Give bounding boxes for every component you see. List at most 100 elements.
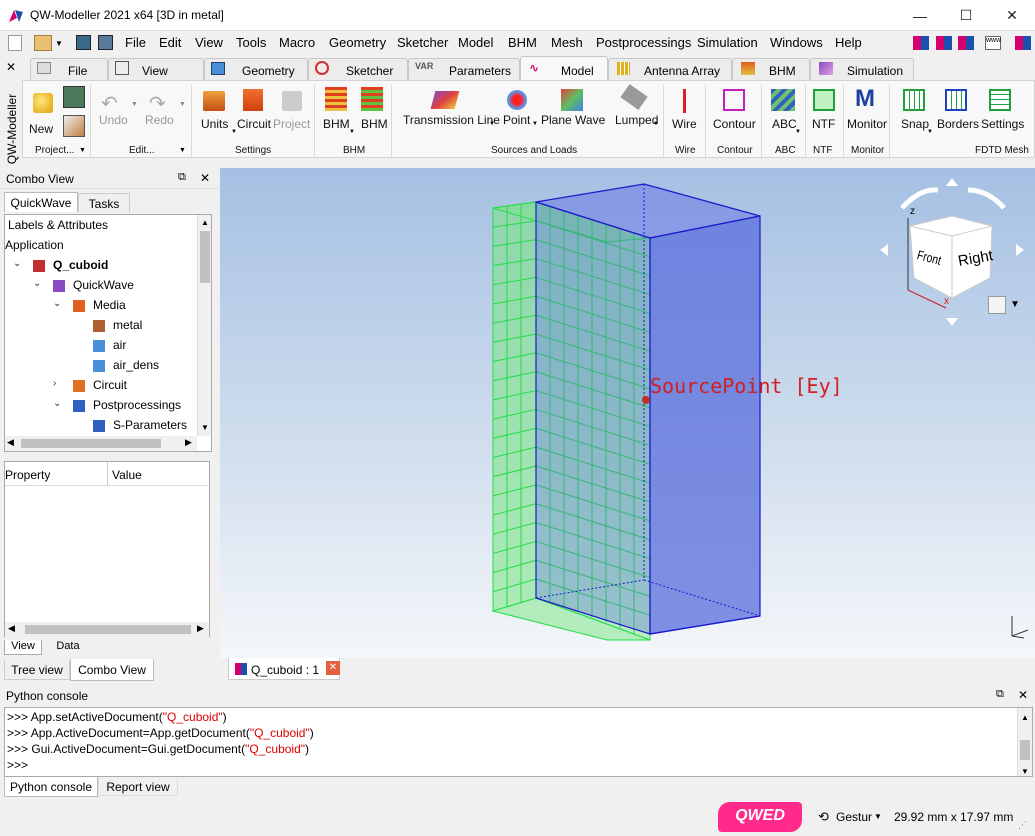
tab-python-console[interactable]: Python console xyxy=(4,777,98,797)
expand-chevron-icon[interactable]: ⌄ xyxy=(53,298,61,309)
menu-file[interactable]: File xyxy=(125,35,146,50)
save-icon[interactable] xyxy=(76,35,91,50)
lumped-icon[interactable] xyxy=(620,84,648,110)
new-button[interactable]: New xyxy=(29,122,53,136)
scroll-right-icon[interactable]: ▶ xyxy=(185,437,192,448)
monitor-icon[interactable]: M xyxy=(855,85,875,113)
navcube-arrows[interactable] xyxy=(880,178,1030,328)
scroll-down-icon[interactable]: ▼ xyxy=(1021,764,1029,780)
bhm-icon-2[interactable] xyxy=(361,87,383,111)
circuit-icon[interactable] xyxy=(243,89,263,111)
mesh-settings-icon[interactable] xyxy=(989,89,1011,111)
python-console-output[interactable]: >>> App.setActiveDocument("Q_cuboid") >>>… xyxy=(4,707,1033,777)
ntf-button[interactable]: NTF xyxy=(812,117,835,131)
units-button[interactable]: Units xyxy=(201,117,228,131)
maximize-button[interactable]: ☐ xyxy=(943,0,989,31)
ntf-icon[interactable] xyxy=(813,89,835,111)
tab-file[interactable]: File xyxy=(30,58,108,80)
scroll-up-icon[interactable]: ▲ xyxy=(201,218,209,227)
scroll-up-icon[interactable]: ▲ xyxy=(1021,710,1029,726)
folder-open-icon[interactable] xyxy=(34,35,52,51)
menu-tools[interactable]: Tools xyxy=(236,35,266,50)
bhm-dropdown-icon[interactable]: ▼ xyxy=(349,129,355,135)
lumped-dropdown-icon[interactable]: ▼ xyxy=(653,121,659,127)
tab-sketcher[interactable]: Sketcher xyxy=(308,58,408,80)
group-edit[interactable]: Edit... xyxy=(129,145,155,156)
minimize-button[interactable]: — xyxy=(897,0,943,31)
chevron-down-icon[interactable]: ▼ xyxy=(55,39,63,48)
menu-model[interactable]: Model xyxy=(458,35,493,50)
wire-button[interactable]: Wire xyxy=(672,117,697,131)
menu-macro[interactable]: Macro xyxy=(279,35,315,50)
source-point-marker[interactable] xyxy=(642,396,650,404)
tree-vscroll-thumb[interactable] xyxy=(200,231,210,283)
column-divider[interactable] xyxy=(107,462,108,486)
scroll-right-icon[interactable]: ▶ xyxy=(197,623,204,634)
tab-parameters[interactable]: VAR Parameters xyxy=(408,58,520,80)
tab-geometry[interactable]: Geometry xyxy=(204,58,308,80)
document-tab[interactable]: Q_cuboid : 1 ✕ xyxy=(228,658,340,680)
web-icon[interactable]: www xyxy=(985,36,1001,50)
contour-icon[interactable] xyxy=(723,89,745,111)
navigation-cube[interactable]: z x Front Right ▼ xyxy=(880,178,1030,328)
side-close-icon[interactable]: ✕ xyxy=(6,60,16,74)
group-project[interactable]: Project... xyxy=(35,145,74,156)
navigation-style-icon[interactable]: ⟲ xyxy=(818,809,829,825)
point-source-icon[interactable] xyxy=(507,90,527,110)
bhm-button-2[interactable]: BHM xyxy=(361,117,388,131)
menu-simulation[interactable]: Simulation xyxy=(697,35,758,50)
transmission-line-dropdown-icon[interactable]: ▼ xyxy=(489,121,495,127)
units-icon[interactable] xyxy=(203,91,225,111)
menu-view[interactable]: View xyxy=(195,35,223,50)
collapsed-chevron-icon[interactable]: › xyxy=(53,378,56,389)
tab-report-view[interactable]: Report view xyxy=(98,778,178,796)
wire-icon[interactable] xyxy=(683,89,686,113)
tab-bhm[interactable]: BHM xyxy=(732,58,810,80)
3d-viewport[interactable]: SourcePoint [Ey] z x Front Right ▼ xyxy=(220,168,1035,658)
borders-icon[interactable] xyxy=(945,89,967,111)
qw-icon-3[interactable] xyxy=(958,36,974,50)
plane-wave-icon[interactable] xyxy=(561,89,583,111)
transmission-line-icon[interactable] xyxy=(430,91,460,109)
menu-edit[interactable]: Edit xyxy=(159,35,181,50)
expand-chevron-icon[interactable]: ⌄ xyxy=(33,278,41,289)
tab-view[interactable]: View xyxy=(108,58,204,80)
snap-button[interactable]: Snap xyxy=(901,117,929,131)
point-button[interactable]: Point xyxy=(503,113,530,127)
tab-quickwave[interactable]: QuickWave xyxy=(4,192,78,212)
property-column[interactable]: Property xyxy=(5,468,50,482)
tree-hscrollbar[interactable]: ◀ ▶ xyxy=(5,436,197,451)
lumped-button[interactable]: Lumped xyxy=(615,113,658,127)
resize-grip-icon[interactable]: ⋰ xyxy=(1018,820,1027,831)
menu-help[interactable]: Help xyxy=(835,35,862,50)
property-hscroll-thumb[interactable] xyxy=(25,625,191,634)
bhm-button-1[interactable]: BHM xyxy=(323,117,350,131)
borders-button[interactable]: Borders xyxy=(937,117,979,131)
save-as-icon[interactable] xyxy=(98,35,113,50)
scroll-down-icon[interactable]: ▼ xyxy=(201,423,209,432)
scroll-left-icon[interactable]: ◀ xyxy=(7,437,14,448)
metal-cuboid[interactable] xyxy=(535,183,761,635)
tab-combo-view[interactable]: Combo View xyxy=(70,659,154,681)
circuit-button[interactable]: Circuit xyxy=(237,117,271,131)
menu-windows[interactable]: Windows xyxy=(770,35,823,50)
edit-group-chevron-icon[interactable]: ▼ xyxy=(179,147,186,154)
doc-icon[interactable] xyxy=(8,35,22,51)
view-menu-chevron-icon[interactable]: ▼ xyxy=(1010,299,1020,310)
open-project-icon[interactable] xyxy=(63,115,85,137)
monitor-button[interactable]: Monitor xyxy=(847,117,887,131)
console-vscrollbar[interactable]: ▲ ▼ xyxy=(1017,708,1032,776)
abc-dropdown-icon[interactable]: ▼ xyxy=(795,129,801,135)
bhm-icon-1[interactable] xyxy=(325,87,347,111)
new-icon[interactable] xyxy=(33,93,53,113)
contour-button[interactable]: Contour xyxy=(713,117,756,131)
abc-icon[interactable] xyxy=(771,89,795,111)
menu-geometry[interactable]: Geometry xyxy=(329,35,386,50)
expand-chevron-icon[interactable]: ⌄ xyxy=(13,258,21,269)
panel-close-icon[interactable]: ✕ xyxy=(200,171,210,185)
plane-wave-button[interactable]: Plane Wave xyxy=(541,113,605,127)
tab-antenna-array[interactable]: Antenna Array xyxy=(608,58,732,80)
qw-icon-2[interactable] xyxy=(936,36,952,50)
value-column[interactable]: Value xyxy=(112,468,142,482)
snap-dropdown-icon[interactable]: ▼ xyxy=(927,129,933,135)
